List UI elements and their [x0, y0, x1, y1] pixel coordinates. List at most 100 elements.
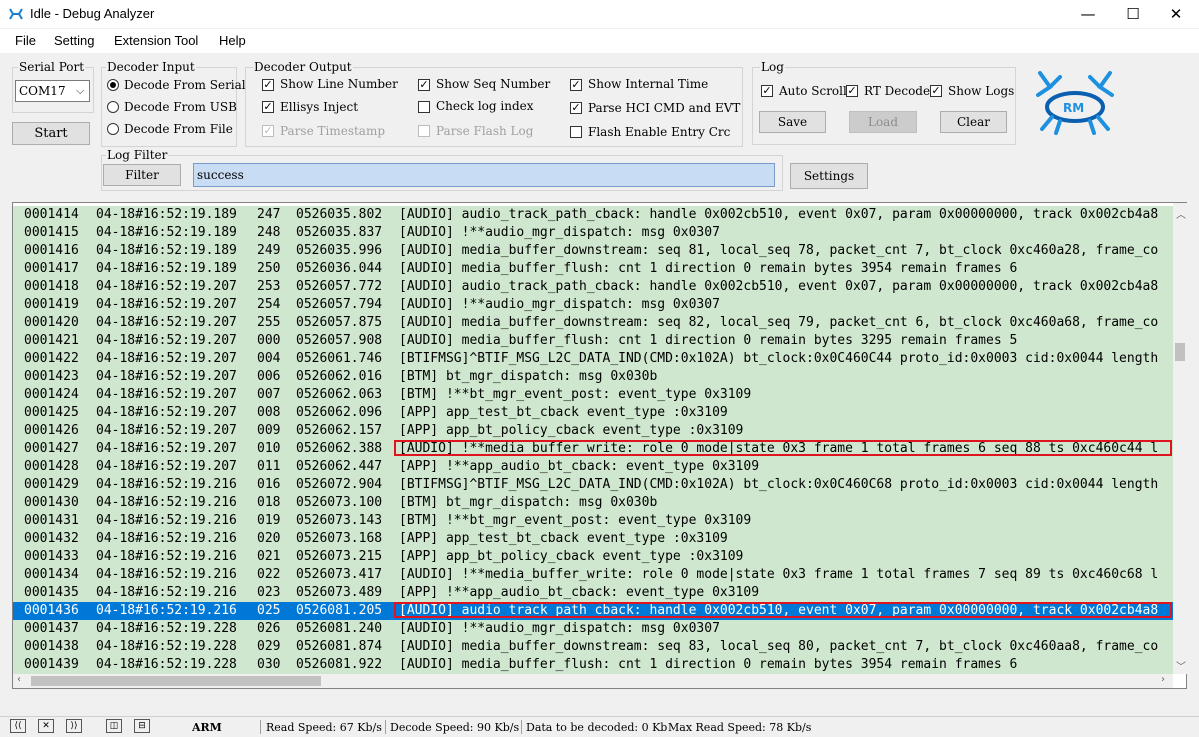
log-row[interactable]: 0001422 04-18#16:52:19.207 004 0526061.746 [… — [13, 350, 1173, 368]
vertical-scrollbar[interactable]: ︿ ﹀ — [1173, 203, 1187, 674]
rt-decode-checkbox[interactable]: ✓ — [846, 85, 858, 97]
maximize-button[interactable]: ☐ — [1110, 0, 1156, 28]
line-number-cell: 0001420 — [24, 315, 79, 330]
internal-time-cell: 0526061.746 — [296, 351, 383, 366]
log-row[interactable]: 0001430 04-18#16:52:19.216 018 0526073.100 [… — [13, 494, 1173, 512]
log-row[interactable]: 0001418 04-18#16:52:19.207 253 0526057.772 [… — [13, 278, 1173, 296]
serial-port-label: Serial Port — [18, 60, 86, 74]
seq-cell: 021 — [257, 549, 281, 564]
scroll-up-icon[interactable]: ︿ — [1176, 206, 1186, 221]
menu-file[interactable]: File — [15, 33, 36, 48]
internal-time-cell: 0526057.772 — [296, 279, 383, 294]
log-row[interactable]: 0001416 04-18#16:52:19.189 249 0526035.996 [… — [13, 242, 1173, 260]
line-number-cell: 0001435 — [24, 585, 79, 600]
decode-file-radio[interactable] — [107, 123, 119, 135]
parse-flash-log-checkbox[interactable] — [418, 125, 430, 137]
log-row[interactable]: 0001429 04-18#16:52:19.216 016 0526072.904 [… — [13, 476, 1173, 494]
log-row[interactable]: 0001436 04-18#16:52:19.216 025 0526081.205[… — [13, 602, 1173, 620]
show-line-number-checkbox[interactable]: ✓ — [262, 79, 274, 91]
menu-setting[interactable]: Setting — [54, 33, 94, 48]
menu-help[interactable]: Help — [219, 33, 246, 48]
log-row[interactable]: 0001428 04-18#16:52:19.207 011 0526062.447 [… — [13, 458, 1173, 476]
settings-button[interactable]: Settings — [790, 163, 868, 189]
parse-hci-checkbox[interactable]: ✓ — [570, 102, 582, 114]
log-row[interactable]: 0001433 04-18#16:52:19.216 021 0526073.215 [… — [13, 548, 1173, 566]
show-internal-time-label: Show Internal Time — [588, 77, 709, 91]
log-row[interactable]: 0001415 04-18#16:52:19.189 248 0526035.837 [… — [13, 224, 1173, 242]
parse-timestamp-checkbox[interactable]: ✓ — [262, 125, 274, 137]
load-button[interactable]: Load — [849, 111, 917, 133]
line-number-cell: 0001438 — [24, 639, 79, 654]
message-cell: [APP] app_test_bt_cback event_type :0x31… — [399, 531, 728, 546]
filter-button[interactable]: Filter — [103, 164, 181, 186]
show-logs-checkbox[interactable]: ✓ — [930, 85, 942, 97]
scroll-right-icon[interactable]: › — [1161, 674, 1165, 685]
split-horizontal-icon[interactable]: ⊟ — [134, 719, 150, 733]
log-row[interactable]: 0001423 04-18#16:52:19.207 006 0526062.016 [… — [13, 368, 1173, 386]
log-row[interactable]: 0001420 04-18#16:52:19.207 255 0526057.875 [… — [13, 314, 1173, 332]
check-log-index-checkbox[interactable] — [418, 101, 430, 113]
decode-serial-label: Decode From Serial — [124, 78, 246, 92]
seq-cell: 008 — [257, 405, 281, 420]
log-row[interactable]: 0001431 04-18#16:52:19.216 019 0526073.143 [… — [13, 512, 1173, 530]
log-row[interactable]: 0001439 04-18#16:52:19.228 030 0526081.922 [… — [13, 656, 1173, 674]
show-internal-time-checkbox[interactable]: ✓ — [570, 79, 582, 91]
horizontal-scrollbar[interactable]: ‹ › — [13, 674, 1173, 688]
decode-usb-radio[interactable] — [107, 101, 119, 113]
rt-decode-label: RT Decode — [864, 84, 931, 98]
flash-enable-checkbox[interactable] — [570, 126, 582, 138]
line-number-cell: 0001427 — [24, 441, 79, 456]
split-vertical-icon[interactable]: ◫ — [106, 719, 122, 733]
log-row[interactable]: 0001438 04-18#16:52:19.228 029 0526081.874 [… — [13, 638, 1173, 656]
auto-scroll-checkbox[interactable]: ✓ — [761, 85, 773, 97]
line-number-cell: 0001414 — [24, 207, 79, 222]
scroll-down-icon[interactable]: ﹀ — [1176, 658, 1186, 673]
log-row[interactable]: 0001417 04-18#16:52:19.189 250 0526036.044 [… — [13, 260, 1173, 278]
internal-time-cell: 0526062.016 — [296, 369, 383, 384]
log-row[interactable]: 0001424 04-18#16:52:19.207 007 0526062.063 [… — [13, 386, 1173, 404]
save-button[interactable]: Save — [759, 111, 826, 133]
nav-last-icon[interactable]: ⟩⟩ — [66, 719, 82, 733]
com-port-select[interactable]: COM17 ⌵ — [15, 80, 90, 102]
filter-input[interactable]: success — [193, 163, 775, 187]
clear-button[interactable]: Clear — [940, 111, 1007, 133]
nav-first-icon[interactable]: ⟨⟨ — [10, 719, 26, 733]
scroll-left-icon[interactable]: ‹ — [17, 674, 21, 685]
show-seq-number-checkbox[interactable]: ✓ — [418, 79, 430, 91]
log-row[interactable]: 0001421 04-18#16:52:19.207 000 0526057.908 [… — [13, 332, 1173, 350]
message-cell: [AUDIO] media_buffer_downstream: seq 83,… — [399, 639, 1159, 654]
parse-flash-log-label: Parse Flash Log — [436, 124, 534, 138]
decoder-output-label: Decoder Output — [253, 60, 353, 74]
menu-extension-tool[interactable]: Extension Tool — [114, 33, 198, 48]
vertical-scroll-thumb[interactable] — [1175, 343, 1185, 361]
filter-input-value: success — [197, 168, 244, 182]
start-button[interactable]: Start — [12, 122, 90, 145]
log-row[interactable]: 0001437 04-18#16:52:19.228 026 0526081.240 [… — [13, 620, 1173, 638]
seq-cell: 254 — [257, 297, 281, 312]
line-number-cell: 0001433 — [24, 549, 79, 564]
close-button[interactable]: ✕ — [1153, 0, 1199, 28]
log-row[interactable]: 0001432 04-18#16:52:19.216 020 0526073.168 [… — [13, 530, 1173, 548]
show-line-number-label: Show Line Number — [280, 77, 398, 91]
line-number-cell: 0001432 — [24, 531, 79, 546]
chevron-down-icon: ⌵ — [76, 84, 85, 97]
log-row[interactable]: 0001434 04-18#16:52:19.216 022 0526073.417 [… — [13, 566, 1173, 584]
message-cell: [APP] app_bt_policy_cback event_type :0x… — [399, 423, 744, 438]
ellisys-inject-checkbox[interactable]: ✓ — [262, 101, 274, 113]
log-row[interactable]: 0001425 04-18#16:52:19.207 008 0526062.096 [… — [13, 404, 1173, 422]
log-row[interactable]: 0001426 04-18#16:52:19.207 009 0526062.157 [… — [13, 422, 1173, 440]
log-row[interactable]: 0001419 04-18#16:52:19.207 254 0526057.794 [… — [13, 296, 1173, 314]
horizontal-scroll-thumb[interactable] — [31, 676, 321, 686]
log-view[interactable]: 0001414 04-18#16:52:19.189 247 0526035.802 [… — [12, 202, 1187, 689]
seq-cell: 019 — [257, 513, 281, 528]
minimize-button[interactable]: — — [1065, 0, 1111, 28]
log-row[interactable]: 0001427 04-18#16:52:19.207 010 0526062.388[… — [13, 440, 1173, 458]
log-row[interactable]: 0001414 04-18#16:52:19.189 247 0526035.802 [… — [13, 206, 1173, 224]
seq-cell: 250 — [257, 261, 281, 276]
internal-time-cell: 0526057.794 — [296, 297, 383, 312]
message-cell: [AUDIO] !**audio_mgr_dispatch: msg 0x030… — [399, 297, 720, 312]
log-row[interactable]: 0001435 04-18#16:52:19.216 023 0526073.489 [… — [13, 584, 1173, 602]
show-logs-label: Show Logs — [948, 84, 1015, 98]
decode-serial-radio[interactable] — [107, 79, 119, 91]
nav-x-icon[interactable]: ✕ — [38, 719, 54, 733]
